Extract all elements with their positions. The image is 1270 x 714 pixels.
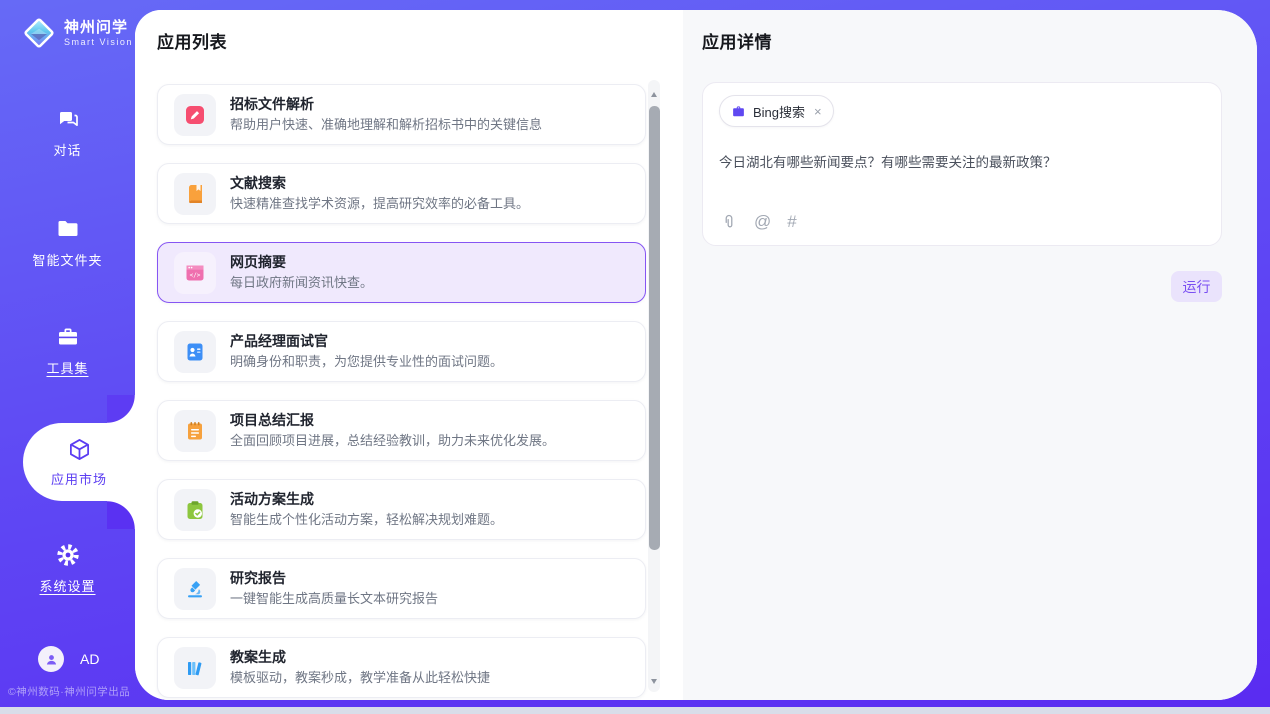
user-account[interactable]: AD xyxy=(38,646,99,672)
lesson-plan-icon xyxy=(174,647,216,689)
app-card[interactable]: </> 网页摘要每日政府新闻资讯快查。 xyxy=(157,242,646,303)
brand-logo: 神州问学 Smart Vision xyxy=(20,14,133,52)
brand-slogan: Smart Vision xyxy=(64,37,133,47)
app-card-desc: 一键智能生成高质量长文本研究报告 xyxy=(230,590,438,608)
scrollbar[interactable] xyxy=(648,80,660,692)
app-card-desc: 帮助用户快速、准确地理解和解析招标书中的关键信息 xyxy=(230,116,542,134)
user-initials: AD xyxy=(80,651,99,667)
research-report-icon xyxy=(174,568,216,610)
composer-toolbar: @ # xyxy=(720,212,797,232)
sidebar-item-label: 系统设置 xyxy=(39,576,95,595)
scroll-down-arrow[interactable] xyxy=(651,679,657,684)
app-card-desc: 明确身份和职责，为您提供专业性的面试问题。 xyxy=(230,353,503,371)
app-card-title: 项目总结汇报 xyxy=(230,411,555,430)
app-card[interactable]: 招标文件解析帮助用户快速、准确地理解和解析招标书中的关键信息 xyxy=(157,84,646,145)
scroll-up-arrow[interactable] xyxy=(651,92,657,97)
app-detail-panel: 应用详情 Bing搜索 × 今日湖北有哪些新闻要点？有哪些需要关注的最新政策？ … xyxy=(683,10,1257,700)
brand-name: 神州问学 xyxy=(64,19,133,37)
chip-close-icon[interactable]: × xyxy=(814,104,822,119)
literature-search-icon xyxy=(174,173,216,215)
app-card[interactable]: 研究报告一键智能生成高质量长文本研究报告 xyxy=(157,558,646,619)
sidebar-item-label: 智能文件夹 xyxy=(32,250,102,269)
web-summary-icon: </> xyxy=(174,252,216,294)
sidebar-item-app-market[interactable]: 应用市场 xyxy=(23,423,135,501)
app-card[interactable]: 活动方案生成智能生成个性化活动方案，轻松解决规划难题。 xyxy=(157,479,646,540)
app-card-desc: 模板驱动，教案秒成，教学准备从此轻松快捷 xyxy=(230,669,490,687)
app-detail-title: 应用详情 xyxy=(702,31,1257,55)
app-card[interactable]: 项目总结汇报全面回顾项目进展，总结经验教训，助力未来优化发展。 xyxy=(157,400,646,461)
sidebar-item-label: 应用市场 xyxy=(51,469,107,488)
app-card[interactable]: 教案生成模板驱动，教案秒成，教学准备从此轻松快捷 xyxy=(157,637,646,698)
svg-text:</>: </> xyxy=(190,271,201,278)
copyright-footer: ©神州数码·神州问学出品 xyxy=(8,684,130,699)
app-card-desc: 每日政府新闻资讯快查。 xyxy=(230,274,373,292)
bottom-strip xyxy=(0,707,1270,714)
avatar xyxy=(38,646,64,672)
chat-icon xyxy=(55,106,81,132)
app-card-desc: 快速精准查找学术资源，提高研究效率的必备工具。 xyxy=(230,195,529,213)
app-card-title: 招标文件解析 xyxy=(230,95,542,114)
app-window: 应用列表 招标文件解析帮助用户快速、准确地理解和解析招标书中的关键信息文献搜索快… xyxy=(135,10,1257,700)
app-card-title: 活动方案生成 xyxy=(230,490,503,509)
briefcase-icon xyxy=(731,104,746,119)
app-list-title: 应用列表 xyxy=(157,31,683,55)
project-summary-icon xyxy=(174,410,216,452)
app-card-title: 教案生成 xyxy=(230,648,490,667)
tool-chip-bing-search[interactable]: Bing搜索 × xyxy=(719,95,834,127)
app-card-desc: 全面回顾项目进展，总结经验教训，助力未来优化发展。 xyxy=(230,432,555,450)
run-button[interactable]: 运行 xyxy=(1171,271,1222,302)
attachment-icon[interactable] xyxy=(720,213,738,231)
topic-icon[interactable]: # xyxy=(787,212,796,232)
app-card-title: 文献搜索 xyxy=(230,174,529,193)
interviewer-icon xyxy=(174,331,216,373)
cube-icon xyxy=(66,436,93,463)
mention-icon[interactable]: @ xyxy=(754,212,771,232)
sidebar-item-smart-folders[interactable]: 智能文件夹 xyxy=(0,216,135,269)
brand-logo-icon xyxy=(20,14,58,52)
app-list: 招标文件解析帮助用户快速、准确地理解和解析招标书中的关键信息文献搜索快速精准查找… xyxy=(157,84,646,698)
app-card[interactable]: 文献搜索快速精准查找学术资源，提高研究效率的必备工具。 xyxy=(157,163,646,224)
gear-icon xyxy=(55,542,81,568)
prompt-text[interactable]: 今日湖北有哪些新闻要点？有哪些需要关注的最新政策？ xyxy=(719,153,1205,172)
app-card-title: 研究报告 xyxy=(230,569,438,588)
sidebar-item-label: 工具集 xyxy=(46,358,88,377)
app-card-desc: 智能生成个性化活动方案，轻松解决规划难题。 xyxy=(230,511,503,529)
scrollbar-thumb[interactable] xyxy=(649,106,660,550)
bid-parse-icon xyxy=(174,94,216,136)
prompt-card: Bing搜索 × 今日湖北有哪些新闻要点？有哪些需要关注的最新政策？ @ # xyxy=(702,82,1222,246)
sidebar-item-system-settings[interactable]: 系统设置 xyxy=(0,542,135,595)
app-card[interactable]: 产品经理面试官明确身份和职责，为您提供专业性的面试问题。 xyxy=(157,321,646,382)
activity-plan-icon xyxy=(174,489,216,531)
sidebar: 神州问学 Smart Vision 对话智能文件夹工具集应用市场系统设置 AD … xyxy=(0,0,135,707)
app-card-title: 产品经理面试官 xyxy=(230,332,503,351)
app-list-panel: 应用列表 招标文件解析帮助用户快速、准确地理解和解析招标书中的关键信息文献搜索快… xyxy=(135,10,683,700)
app-card-title: 网页摘要 xyxy=(230,253,373,272)
toolbox-icon xyxy=(55,324,81,350)
tool-chip-label: Bing搜索 xyxy=(753,102,805,121)
sidebar-item-chat[interactable]: 对话 xyxy=(0,106,135,159)
folder-icon xyxy=(55,216,81,242)
sidebar-item-toolset[interactable]: 工具集 xyxy=(0,324,135,377)
sidebar-item-label: 对话 xyxy=(53,140,81,159)
